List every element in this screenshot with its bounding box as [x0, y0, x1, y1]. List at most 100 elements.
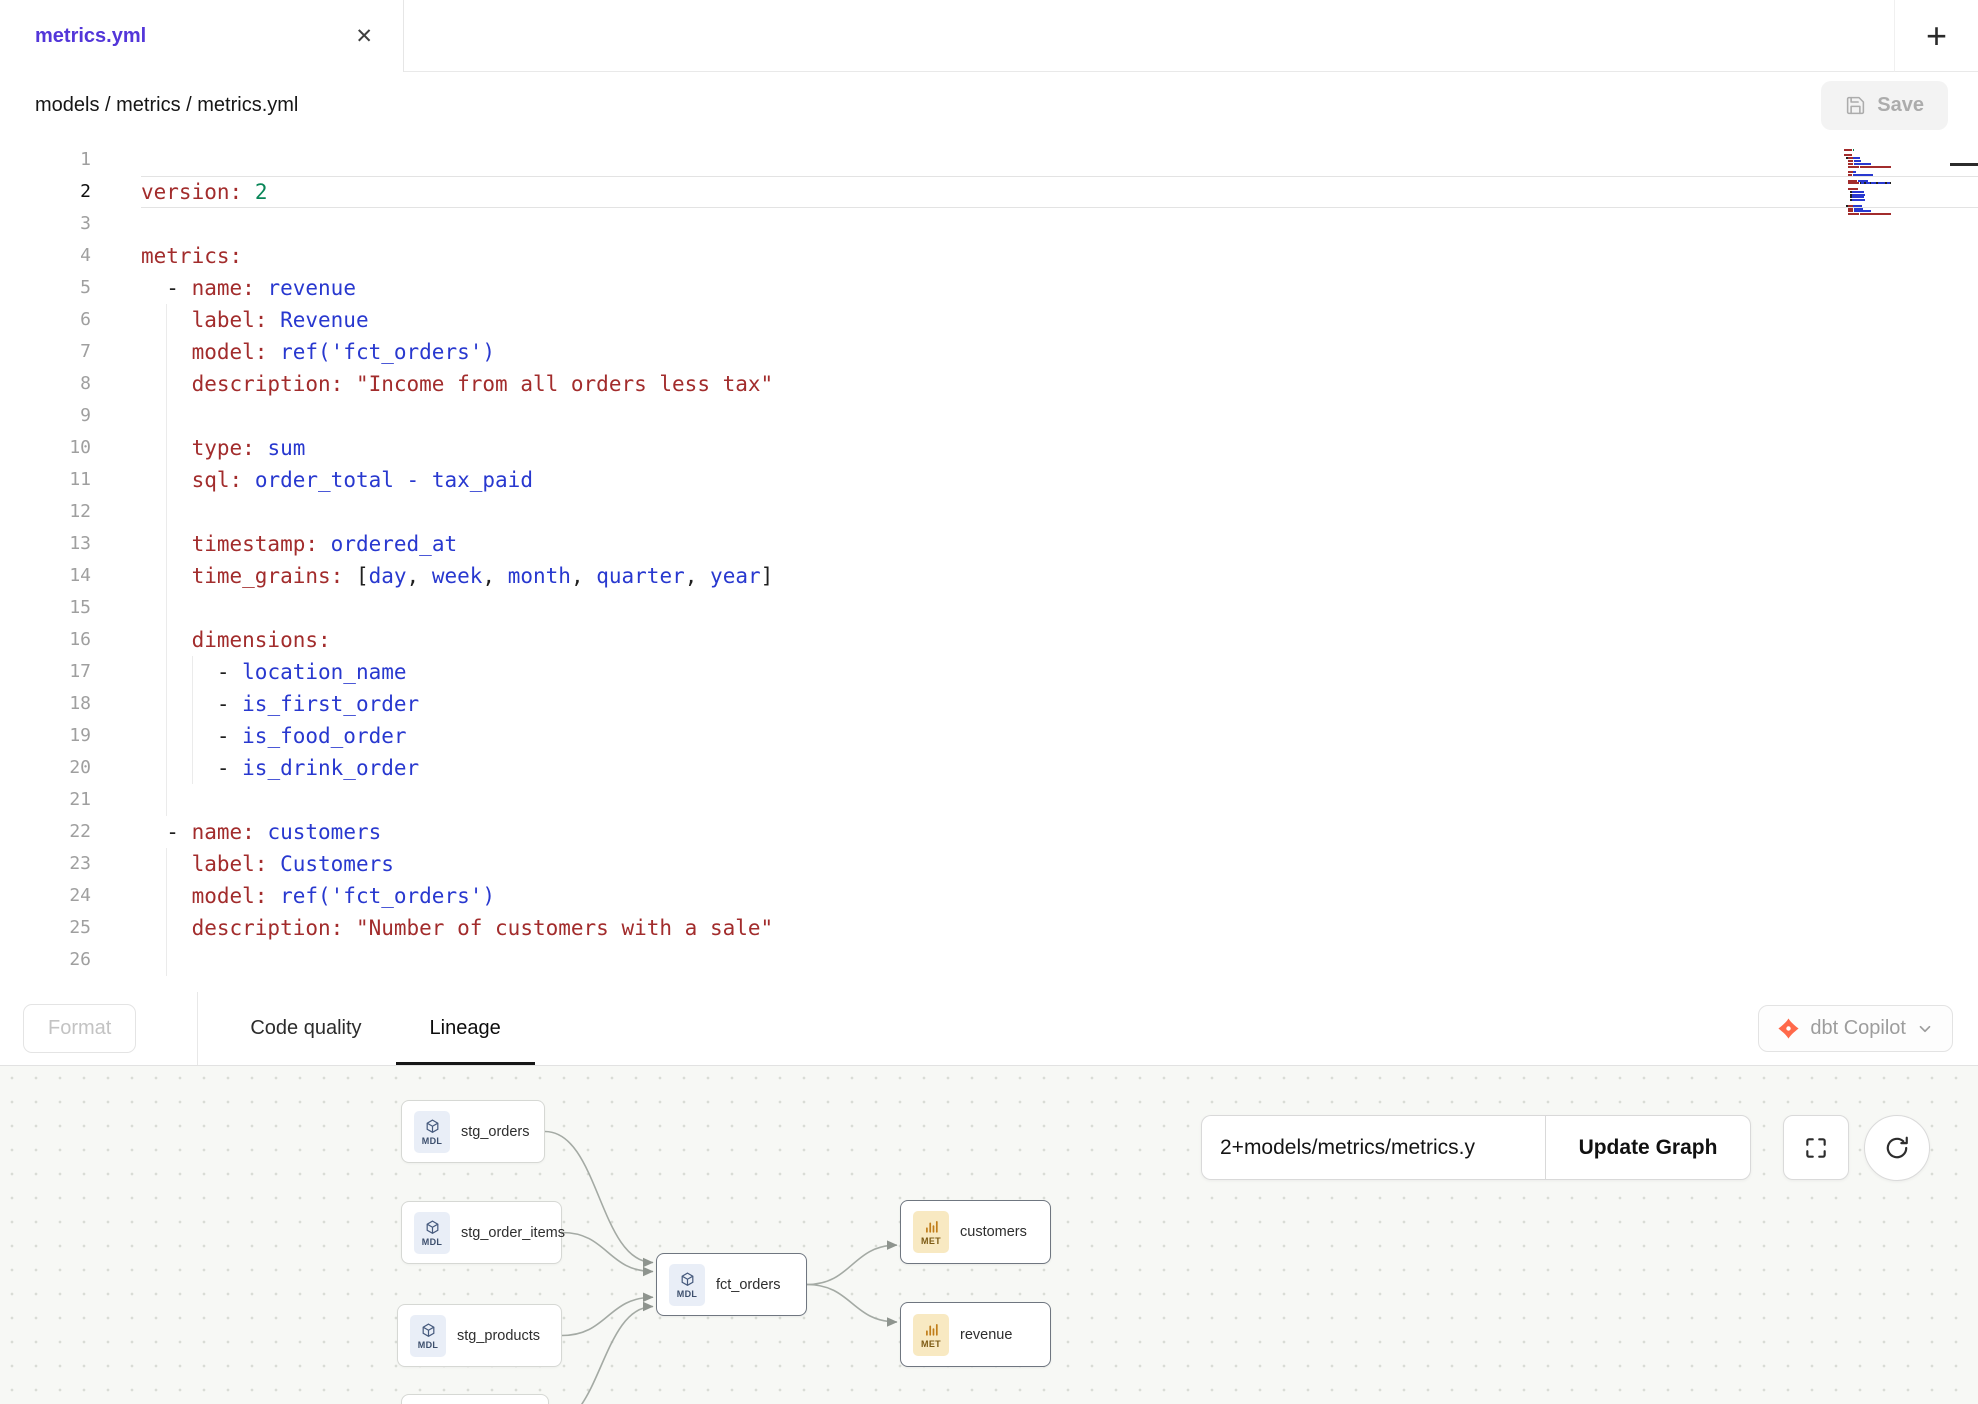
code-line-content: timestamp: ordered_at [141, 528, 1978, 560]
breadcrumb: models / metrics / metrics.yml [35, 94, 298, 117]
dbt-logo-icon [1777, 1017, 1800, 1040]
line-number: 1 [0, 144, 91, 176]
editor-tab-bar: metrics.yml ✕ + [0, 0, 1978, 72]
metric-icon: MET [913, 1314, 949, 1356]
tab-metrics-yml[interactable]: metrics.yml ✕ [0, 0, 404, 72]
code-line-content: label: Customers [141, 848, 1978, 880]
close-icon[interactable]: ✕ [355, 26, 373, 47]
copilot-label: dbt Copilot [1810, 1017, 1906, 1040]
code-line-19[interactable]: 19 - is_food_order [0, 720, 1978, 752]
code-line-3[interactable]: 3 [0, 208, 1978, 240]
code-line-10[interactable]: 10 type: sum [0, 432, 1978, 464]
code-line-content: type: sum [141, 432, 1978, 464]
line-number: 9 [0, 400, 91, 432]
code-line-content: label: Revenue [141, 304, 1978, 336]
line-number: 15 [0, 592, 91, 624]
code-line-24[interactable]: 24 model: ref('fct_orders') [0, 880, 1978, 912]
code-line-13[interactable]: 13 timestamp: ordered_at [0, 528, 1978, 560]
code-line-6[interactable]: 6 label: Revenue [0, 304, 1978, 336]
code-line-7[interactable]: 7 model: ref('fct_orders') [0, 336, 1978, 368]
model-icon: MDL [414, 1111, 450, 1153]
line-number: 13 [0, 528, 91, 560]
fullscreen-icon [1803, 1135, 1829, 1161]
code-line-content: model: ref('fct_orders') [141, 336, 1978, 368]
code-line-23[interactable]: 23 label: Customers [0, 848, 1978, 880]
tab-code-quality[interactable]: Code quality [216, 992, 395, 1065]
node-label: revenue [960, 1327, 1012, 1343]
code-line-content: dimensions: [141, 624, 1978, 656]
code-line-9[interactable]: 9 [0, 400, 1978, 432]
code-line-14[interactable]: 14 time_grains: [day, week, month, quart… [0, 560, 1978, 592]
code-line-12[interactable]: 12 [0, 496, 1978, 528]
lineage-node-stg_orders[interactable]: MDLstg_orders [401, 1100, 545, 1163]
code-line-11[interactable]: 11 sql: order_total - tax_paid [0, 464, 1978, 496]
line-number: 14 [0, 560, 91, 592]
line-number: 11 [0, 464, 91, 496]
code-line-15[interactable]: 15 [0, 592, 1978, 624]
code-line-8[interactable]: 8 description: "Income from all orders l… [0, 368, 1978, 400]
format-button[interactable]: Format [23, 1004, 136, 1053]
tab-lineage[interactable]: Lineage [396, 992, 535, 1065]
code-line-content: - is_food_order [141, 720, 1978, 752]
scrollbar-thumb[interactable] [1950, 163, 1978, 166]
code-line-content: - is_drink_order [141, 752, 1978, 784]
fullscreen-button[interactable] [1783, 1115, 1849, 1180]
lineage-selector-input[interactable] [1201, 1115, 1545, 1180]
lineage-node-revenue[interactable]: MET revenue [900, 1302, 1051, 1367]
code-line-content [141, 208, 1978, 240]
lineage-node-stg_order_items[interactable]: MDLstg_order_items [401, 1201, 562, 1264]
update-graph-button[interactable]: Update Graph [1545, 1115, 1751, 1180]
editor-minimap[interactable] [1844, 146, 1894, 219]
line-number: 26 [0, 944, 91, 976]
code-line-2[interactable]: 2version: 2 [0, 176, 1978, 208]
code-line-4[interactable]: 4 metrics: [0, 240, 1978, 272]
metric-icon: MET [913, 1211, 949, 1253]
lineage-canvas[interactable]: MDLstg_ordersMDLstg_order_itemsMDLstg_pr… [0, 1066, 1978, 1404]
tab-bar-spacer [404, 0, 1894, 72]
line-number: 18 [0, 688, 91, 720]
line-number: 24 [0, 880, 91, 912]
line-number: 12 [0, 496, 91, 528]
line-number: 20 [0, 752, 91, 784]
code-line-content [141, 784, 1978, 816]
lineage-node-partial[interactable]: MDL [401, 1394, 549, 1404]
code-line-content: - name: customers [141, 816, 1978, 848]
code-line-content [141, 400, 1978, 432]
line-number: 17 [0, 656, 91, 688]
lineage-node-fct_orders[interactable]: MDLfct_orders [656, 1253, 807, 1316]
new-tab-button[interactable]: + [1894, 0, 1978, 72]
bottom-panel-bar: Format Code quality Lineage dbt Copilot [0, 992, 1978, 1066]
line-number: 5 [0, 272, 91, 304]
editor-lines: 12version: 234metrics:5 - name: revenue6… [0, 139, 1978, 976]
code-editor[interactable]: 12version: 234metrics:5 - name: revenue6… [0, 139, 1978, 992]
save-button[interactable]: Save [1821, 81, 1948, 130]
node-label: customers [960, 1224, 1027, 1240]
code-line-22[interactable]: 22 - name: customers [0, 816, 1978, 848]
model-icon: MDL [410, 1315, 446, 1357]
code-line-25[interactable]: 25 description: "Number of customers wit… [0, 912, 1978, 944]
divider [197, 992, 198, 1065]
code-line-5[interactable]: 5 - name: revenue [0, 272, 1978, 304]
line-number: 16 [0, 624, 91, 656]
code-line-content: time_grains: [day, week, month, quarter,… [141, 560, 1978, 592]
code-line-21[interactable]: 21 [0, 784, 1978, 816]
code-line-17[interactable]: 17 - location_name [0, 656, 1978, 688]
dbt-copilot-button[interactable]: dbt Copilot [1758, 1005, 1953, 1052]
code-line-16[interactable]: 16 dimensions: [0, 624, 1978, 656]
chevron-down-icon [1916, 1020, 1934, 1038]
refresh-button[interactable] [1864, 1115, 1930, 1181]
dbt-ide-window: metrics.yml ✕ + models / metrics / metri… [0, 0, 1978, 1404]
line-number: 4 [0, 240, 91, 272]
node-label: fct_orders [716, 1277, 780, 1293]
node-label: stg_order_items [461, 1225, 565, 1241]
code-line-content: version: 2 [141, 176, 1978, 208]
code-line-content: metrics: [141, 240, 1978, 272]
tab-title: metrics.yml [35, 25, 146, 48]
code-line-26[interactable]: 26 [0, 944, 1978, 976]
code-line-1[interactable]: 1 [0, 144, 1978, 176]
code-line-18[interactable]: 18 - is_first_order [0, 688, 1978, 720]
lineage-node-customers[interactable]: MET customers [900, 1200, 1051, 1264]
code-line-content: sql: order_total - tax_paid [141, 464, 1978, 496]
code-line-20[interactable]: 20 - is_drink_order [0, 752, 1978, 784]
lineage-node-stg_products[interactable]: MDLstg_products [397, 1304, 562, 1367]
